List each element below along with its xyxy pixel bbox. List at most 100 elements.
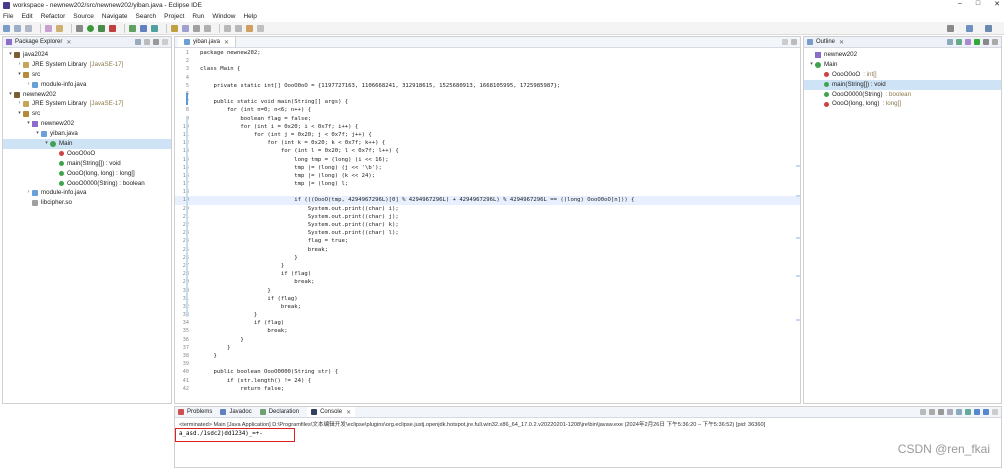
tree-node[interactable]: › module-info.java xyxy=(3,80,171,90)
tree-node[interactable]: OooO0000(String): boolean xyxy=(804,90,1001,100)
new-icon[interactable] xyxy=(3,24,10,32)
remove-launch-icon[interactable] xyxy=(929,409,935,415)
code-line[interactable]: 37 } xyxy=(175,344,800,352)
close-icon[interactable]: ✕ xyxy=(224,39,229,46)
code-line[interactable]: 10 for (int i = 0x20; i < 0x7f; i++) { xyxy=(175,123,800,131)
code-line[interactable]: 16 tmp |= (long) (k << 24); xyxy=(175,172,800,180)
chevron-right-icon[interactable]: › xyxy=(16,99,23,109)
code-area[interactable]: 1 package newnew202; 2 3 class Main {4 5 priv… xyxy=(175,49,800,393)
chevron-down-icon[interactable]: ▾ xyxy=(43,139,50,149)
maximize-view-icon[interactable] xyxy=(791,39,797,45)
code-line[interactable]: 12 for (int k = 0x20; k < 0x7f; k++) { xyxy=(175,139,800,147)
tree-node[interactable]: › JRE System Library [JavaSE-17] xyxy=(3,99,171,109)
code-line[interactable]: 34 if (flag) xyxy=(175,319,800,327)
external-tools-icon[interactable] xyxy=(109,24,116,32)
java-perspective-icon[interactable] xyxy=(985,25,992,32)
menu-run[interactable]: Run xyxy=(192,13,204,20)
display-console-icon[interactable] xyxy=(974,409,980,415)
close-icon[interactable]: ✕ xyxy=(66,39,71,46)
tree-node[interactable]: newnew202 xyxy=(804,50,1001,60)
build-icon[interactable] xyxy=(56,24,63,32)
tab-problems[interactable]: Problems xyxy=(178,409,212,415)
menu-navigate[interactable]: Navigate xyxy=(102,13,128,20)
code-line[interactable]: 3 class Main { xyxy=(175,65,800,73)
code-line[interactable]: 15 tmp |= (long) (j << '\b'); xyxy=(175,164,800,172)
tree-node[interactable]: › module-info.java xyxy=(3,188,171,198)
menu-refactor[interactable]: Refactor xyxy=(41,13,66,20)
code-line[interactable]: 2 xyxy=(175,57,800,65)
tree-node[interactable]: ▾ src xyxy=(3,70,171,80)
package-explorer-tab[interactable]: Package Explorer ✕ xyxy=(3,37,171,48)
code-line[interactable]: 11 for (int j = 0x20; j < 0x7f; j++) { xyxy=(175,131,800,139)
code-line[interactable]: 39 xyxy=(175,360,800,368)
chevron-down-icon[interactable]: ▾ xyxy=(16,109,23,119)
back-icon[interactable] xyxy=(246,24,253,32)
new-package-icon[interactable] xyxy=(140,24,147,32)
new-class-icon[interactable] xyxy=(151,24,158,32)
tree-node[interactable]: libcipher.so xyxy=(3,198,171,208)
hide-local-types-icon[interactable] xyxy=(983,39,989,45)
menu-help[interactable]: Help xyxy=(243,13,256,20)
tree-node[interactable]: main(String[]) : void xyxy=(804,79,1001,90)
code-line[interactable]: 8 for (int n=0; n<6; n++) { xyxy=(175,106,800,114)
word-wrap-icon[interactable] xyxy=(956,409,962,415)
code-line[interactable]: 6 xyxy=(175,90,800,98)
save-icon[interactable] xyxy=(14,24,21,32)
code-line[interactable]: 38 } xyxy=(175,352,800,360)
minimize-view-icon[interactable] xyxy=(782,39,788,45)
code-line[interactable]: 32 break; xyxy=(175,303,800,311)
search-icon[interactable] xyxy=(947,25,954,32)
minimize-button[interactable]: – xyxy=(958,0,962,8)
clear-console-icon[interactable] xyxy=(938,409,944,415)
code-line[interactable]: 20 System.out.print((char) i); xyxy=(175,205,800,213)
code-line[interactable]: 18 xyxy=(175,188,800,196)
pin-console-icon[interactable] xyxy=(965,409,971,415)
open-perspective-icon[interactable] xyxy=(966,25,973,32)
tree-node[interactable]: ▾ newnew202 xyxy=(3,119,171,129)
hide-fields-icon[interactable] xyxy=(956,39,962,45)
tree-node[interactable]: OooO(long, long) : long[] xyxy=(3,169,171,179)
code-line[interactable]: 24 flag = true; xyxy=(175,237,800,245)
code-line[interactable]: 33 } xyxy=(175,311,800,319)
code-line[interactable]: 36 } xyxy=(175,336,800,344)
chevron-down-icon[interactable]: ▾ xyxy=(808,60,815,70)
tab-javadoc[interactable]: Javadoc xyxy=(220,409,252,415)
tree-node[interactable]: ▾ java2024 xyxy=(3,50,171,60)
hide-static-icon[interactable] xyxy=(965,39,971,45)
tree-node[interactable]: OooO0oO: int[] xyxy=(804,70,1001,80)
tree-node[interactable]: OooO(long, long): long[] xyxy=(804,99,1001,109)
code-line[interactable]: 25 break; xyxy=(175,246,800,254)
tree-node[interactable]: OooO0000(String) : boolean xyxy=(3,179,171,189)
collapse-all-icon[interactable] xyxy=(135,39,141,45)
code-line[interactable]: 27 } xyxy=(175,262,800,270)
code-line[interactable]: 31 if (flag) xyxy=(175,295,800,303)
terminate-icon[interactable] xyxy=(920,409,926,415)
pin-icon[interactable] xyxy=(204,24,211,32)
tree-node[interactable]: OooO0oO xyxy=(3,149,171,159)
menu-file[interactable]: File xyxy=(3,13,13,20)
tree-node[interactable]: ▾ src xyxy=(3,109,171,119)
code-line[interactable]: 21 System.out.print((char) j); xyxy=(175,213,800,221)
code-line[interactable]: 35 break; xyxy=(175,327,800,335)
chevron-right-icon[interactable]: › xyxy=(16,60,23,70)
chevron-right-icon[interactable]: › xyxy=(25,188,32,198)
terminal-icon[interactable] xyxy=(45,24,52,32)
run-icon[interactable] xyxy=(87,24,94,32)
tab-declaration[interactable]: Declaration xyxy=(259,409,299,415)
minimize-view-icon[interactable] xyxy=(162,39,168,45)
sort-icon[interactable] xyxy=(947,39,953,45)
tree-node[interactable]: ▾ Main xyxy=(804,60,1001,70)
code-line[interactable]: 40 public boolean OooO0000(String str) { xyxy=(175,368,800,376)
code-line[interactable]: 17 tmp |= (long) l; xyxy=(175,180,800,188)
console-output[interactable]: a_asd./1sdc2)dd1234)_=+- xyxy=(175,430,1001,438)
view-menu-icon[interactable] xyxy=(992,39,998,45)
open-console-icon[interactable] xyxy=(983,409,989,415)
chevron-down-icon[interactable]: ▾ xyxy=(34,129,41,139)
chevron-down-icon[interactable]: ▾ xyxy=(7,90,14,100)
code-line[interactable]: 26 } xyxy=(175,254,800,262)
search-icon[interactable] xyxy=(182,24,189,32)
code-line[interactable]: 41 if (str.length() != 24) { xyxy=(175,377,800,385)
new-java-project-icon[interactable] xyxy=(129,24,136,32)
tree-node[interactable]: ▾ Main xyxy=(3,139,171,149)
code-line[interactable]: 42 return false; xyxy=(175,385,800,393)
